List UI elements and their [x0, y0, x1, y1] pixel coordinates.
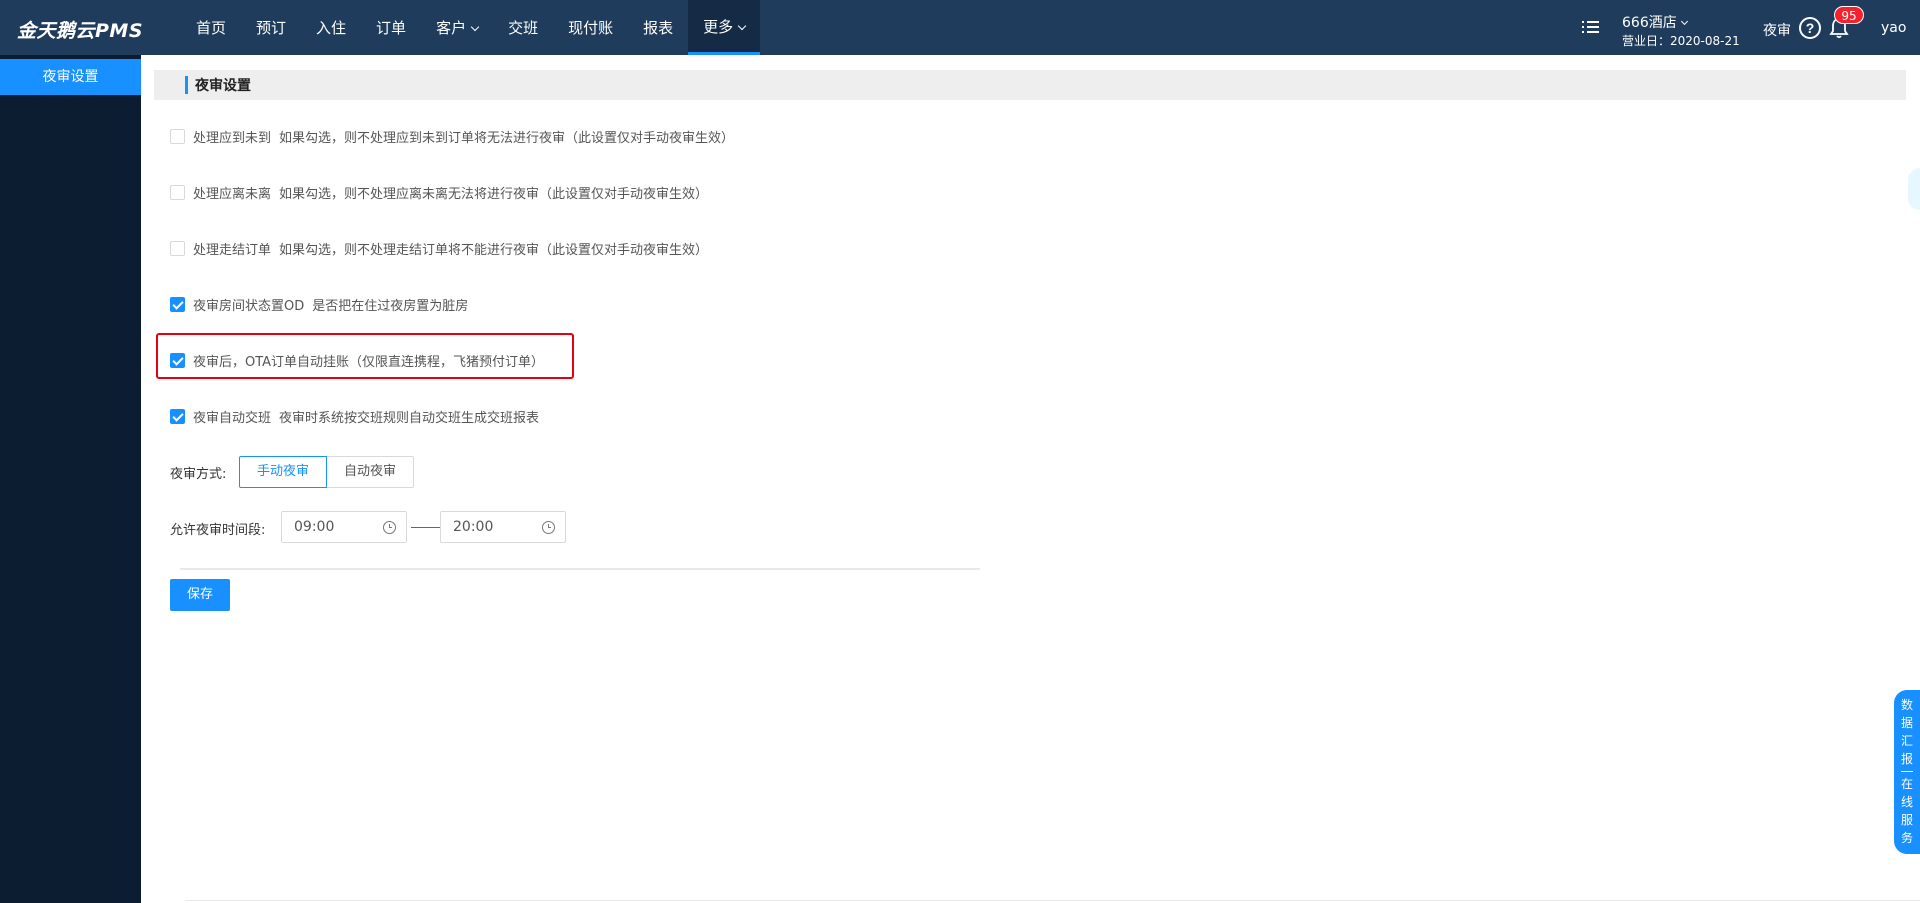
option-label: 处理应到未到 [193, 130, 272, 146]
night-audit-link[interactable]: 夜审 [1763, 20, 1791, 40]
clock-icon [542, 521, 555, 534]
checkbox-no-show[interactable] [170, 128, 185, 144]
nav-item-label: 订单 [376, 19, 407, 37]
nav-item-reports[interactable]: 报表 [628, 0, 688, 55]
section-accent-bar [185, 76, 188, 94]
app-logo[interactable]: 金天鹅云PMS [17, 16, 143, 43]
option-label: 处理走结订单 [193, 242, 272, 258]
end-time-input[interactable]: 20:00 [440, 511, 566, 543]
checkbox-walk-settle-orders[interactable] [170, 240, 185, 256]
float-char: 在 [1900, 777, 1913, 791]
audit-mode-label: 夜审方式: [170, 467, 227, 482]
floating-service-tab[interactable]: 数 据 汇 报 在 线 服 务 [1894, 690, 1920, 854]
float-char: 数 [1900, 698, 1913, 712]
chevron-down-icon [737, 21, 747, 31]
option-description: 如果勾选，则不处理走结订单将不能进行夜审（此设置仅对手动夜审生效） [279, 242, 709, 258]
start-time-input[interactable]: 09:00 [281, 511, 407, 543]
main-nav: 首页 预订 入住 订单 客户 交班 现付账 报表 更多 [181, 0, 761, 55]
hotel-selector[interactable]: 666酒店 [1622, 12, 1688, 32]
sidebar: 夜审设置 [0, 55, 141, 903]
audit-mode-manual-button[interactable]: 手动夜审 [239, 456, 327, 488]
option-label: 夜审房间状态置OD [193, 298, 305, 314]
audit-mode-auto-button[interactable]: 自动夜审 [326, 456, 414, 488]
hotel-name: 666酒店 [1622, 15, 1677, 31]
checkbox-overdue-departure[interactable] [170, 184, 185, 200]
option-room-status-od[interactable]: 夜审房间状态置OD 是否把在住过夜房置为脏房 [170, 295, 469, 314]
section-header: 夜审设置 [154, 70, 1906, 100]
menu-list-icon[interactable] [1582, 20, 1599, 35]
nav-item-checkin[interactable]: 入住 [301, 0, 361, 55]
chevron-down-icon [470, 22, 480, 32]
nav-item-label: 客户 [436, 19, 467, 37]
float-char: 报 [1900, 752, 1913, 766]
edge-toggle[interactable] [1908, 168, 1920, 210]
option-label: 夜审后，OTA订单自动挂账（仅限直连携程，飞猪预付订单） [193, 354, 545, 370]
option-auto-shift-handover[interactable]: 夜审自动交班 夜审时系统按交班规则自动交班生成交班报表 [170, 407, 540, 426]
nav-item-label: 更多 [703, 18, 734, 36]
nav-item-label: 预订 [256, 19, 287, 37]
nav-item-label: 入住 [316, 19, 347, 37]
nav-item-cash-accounts[interactable]: 现付账 [553, 0, 628, 55]
top-navigation-bar: 金天鹅云PMS 首页 预订 入住 订单 客户 交班 现付账 报表 更多 666酒… [0, 0, 1920, 55]
chevron-down-icon [1680, 17, 1688, 26]
nav-item-label: 首页 [196, 19, 227, 37]
nav-item-label: 交班 [508, 19, 539, 37]
business-date: 营业日：2020-08-21 [1622, 34, 1740, 48]
nav-item-label: 现付账 [568, 19, 614, 37]
save-button[interactable]: 保存 [170, 579, 230, 611]
sidebar-item-night-audit-settings[interactable]: 夜审设置 [0, 59, 141, 95]
user-name[interactable]: yao [1881, 20, 1906, 36]
option-description: 夜审时系统按交班规则自动交班生成交班报表 [279, 410, 540, 426]
question-circle-icon[interactable]: ? [1799, 17, 1821, 39]
option-no-show[interactable]: 处理应到未到 如果勾选，则不处理应到未到订单将无法进行夜审（此设置仅对手动夜审生… [170, 127, 735, 146]
option-description: 如果勾选，则不处理应到未到订单将无法进行夜审（此设置仅对手动夜审生效） [279, 130, 735, 146]
float-char: 据 [1900, 716, 1913, 730]
checkbox-room-status-od[interactable] [170, 296, 185, 312]
nav-item-reservation[interactable]: 预订 [241, 0, 301, 55]
start-time-value: 09:00 [294, 519, 335, 535]
option-walk-settle-orders[interactable]: 处理走结订单 如果勾选，则不处理走结订单将不能进行夜审（此设置仅对手动夜审生效） [170, 239, 709, 258]
bottom-border [185, 900, 1920, 901]
option-label: 处理应离未离 [193, 186, 272, 202]
nav-item-customers[interactable]: 客户 [421, 0, 493, 55]
nav-item-home[interactable]: 首页 [181, 0, 241, 55]
float-separator [1901, 771, 1913, 772]
option-overdue-departure[interactable]: 处理应离未离 如果勾选，则不处理应离未离无法将进行夜审（此设置仅对手动夜审生效） [170, 183, 709, 202]
checkbox-auto-shift-handover[interactable] [170, 408, 185, 424]
nav-item-more[interactable]: 更多 [688, 0, 761, 55]
divider [180, 568, 980, 570]
time-range-label: 允许夜审时间段: [170, 523, 266, 538]
float-char: 务 [1900, 831, 1913, 845]
option-description: 如果勾选，则不处理应离未离无法将进行夜审（此设置仅对手动夜审生效） [279, 186, 709, 202]
clock-icon [383, 521, 396, 534]
float-char: 汇 [1900, 734, 1913, 748]
nav-item-shift-handover[interactable]: 交班 [493, 0, 553, 55]
nav-item-label: 报表 [643, 19, 674, 37]
option-ota-auto-charge[interactable]: 夜审后，OTA订单自动挂账（仅限直连携程，飞猪预付订单） [170, 351, 545, 370]
float-char: 线 [1900, 795, 1913, 809]
float-char: 服 [1900, 813, 1913, 827]
time-range-separator [411, 527, 440, 528]
notification-badge: 95 [1834, 6, 1864, 24]
end-time-value: 20:00 [453, 519, 494, 535]
section-title: 夜审设置 [195, 78, 251, 94]
option-label: 夜审自动交班 [193, 410, 272, 426]
nav-item-orders[interactable]: 订单 [361, 0, 421, 55]
option-description: 是否把在住过夜房置为脏房 [312, 298, 469, 314]
checkbox-ota-auto-charge[interactable] [170, 352, 185, 368]
